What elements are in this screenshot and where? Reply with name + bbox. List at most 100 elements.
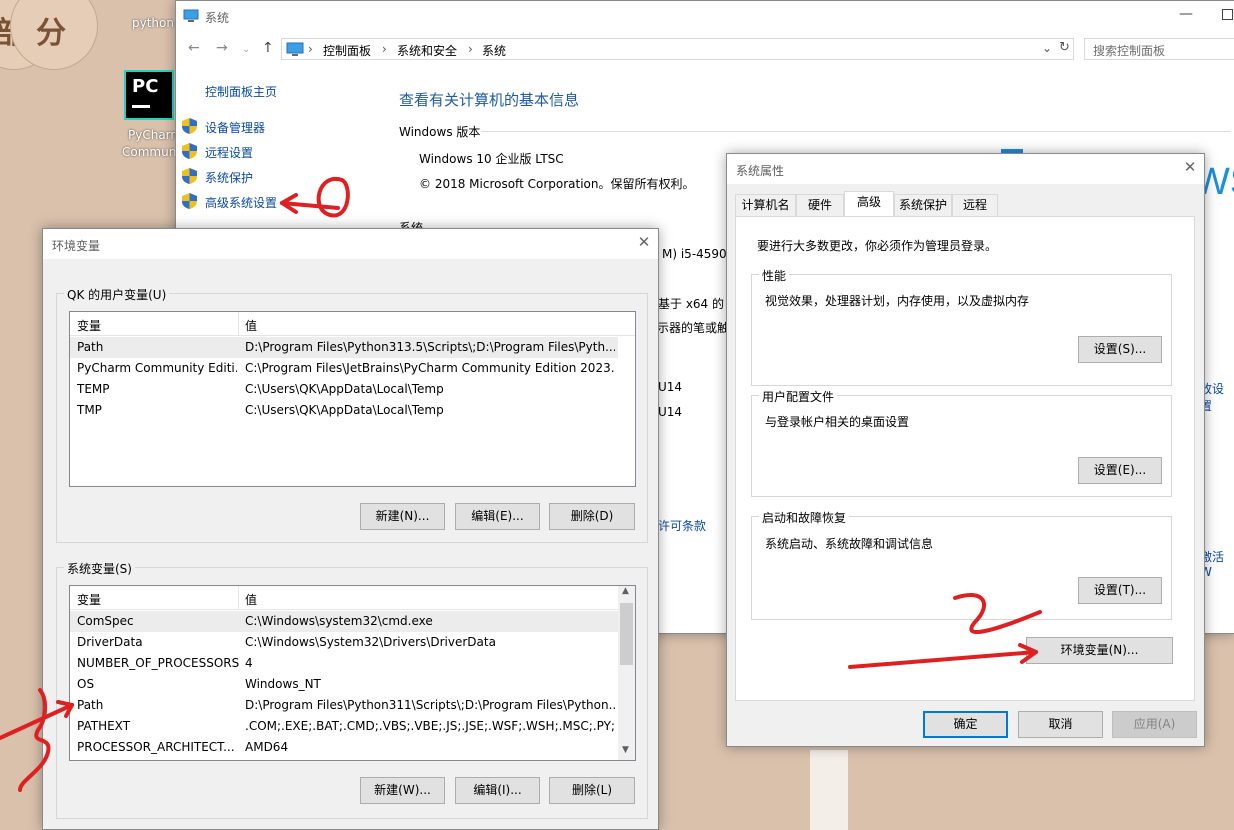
user-profile-settings-button[interactable]: 设置(E)... (1078, 457, 1162, 484)
computer-name-partial: U14 (658, 380, 683, 394)
breadcrumb-separator-icon: › (382, 42, 387, 56)
performance-label: 性能 (759, 267, 790, 284)
pycharm-desktop-label-2[interactable]: Commun (122, 145, 176, 159)
back-arrow-icon[interactable]: ← (188, 40, 200, 56)
close-icon[interactable]: ✕ (634, 232, 654, 252)
up-arrow-icon[interactable]: ↑ (262, 40, 274, 56)
device-manager-link[interactable]: 设备管理器 (205, 119, 265, 136)
tab-remote[interactable]: 远程 (952, 194, 998, 216)
user-edit-button[interactable]: 编辑(E)... (455, 503, 540, 530)
search-placeholder: 搜索控制面板 (1093, 44, 1166, 58)
apply-button[interactable]: 应用(A) (1112, 711, 1197, 738)
shield-icon (182, 193, 197, 209)
system-variables-list[interactable]: 变量 值 ComSpec C:\Windows\system32\cmd.exe… (69, 585, 636, 761)
table-row[interactable]: DriverData C:\Windows\System32\Drivers\D… (70, 632, 618, 653)
search-control-panel-input[interactable]: 搜索控制面板 (1084, 38, 1234, 60)
desktop-decoration (810, 750, 848, 830)
system-titlebar: 系统 — (176, 1, 1234, 31)
var-value: AMD64 (245, 740, 289, 754)
system-new-button[interactable]: 新建(W)... (360, 777, 445, 804)
var-name: PyCharm Community Editi... (77, 361, 237, 375)
pycharm-desktop-label-1[interactable]: PyCharm (128, 128, 182, 142)
scrollbar[interactable]: ▲ ▼ (618, 586, 635, 760)
var-name: TMP (77, 403, 102, 417)
user-variables-list[interactable]: 变量 值 Path D:\Program Files\Python313.5\S… (69, 311, 636, 487)
change-settings-link[interactable]: 改设置 (1200, 380, 1234, 414)
user-variables-label: QK 的用户变量(U) (64, 286, 170, 303)
table-row[interactable]: TMP C:\Users\QK\AppData\Local\Temp (70, 400, 618, 421)
scroll-up-icon[interactable]: ▲ (622, 586, 629, 596)
system-delete-button[interactable]: 删除(L) (549, 777, 635, 804)
computer-icon (183, 9, 199, 22)
system-protection-link[interactable]: 系统保护 (205, 169, 253, 186)
performance-desc: 视觉效果，处理器计划，内存使用，以及虚拟内存 (765, 294, 1030, 308)
maximize-icon[interactable] (1222, 9, 1233, 20)
python-desktop-label[interactable]: python (132, 16, 174, 30)
pycharm-icon-text: PC (132, 76, 159, 97)
tab-advanced[interactable]: 高级 (844, 191, 894, 217)
performance-settings-button[interactable]: 设置(S)... (1078, 336, 1162, 363)
scroll-thumb[interactable] (620, 603, 633, 665)
var-value: C:\Users\QK\AppData\Local\Temp (245, 382, 444, 396)
address-bar[interactable]: › 控制面板 › 系统和安全 › 系统 ⌄ ↻ (281, 38, 1074, 60)
startup-recovery-group: 启动和故障恢复 系统启动、系统故障和调试信息 设置(T)... (751, 509, 1172, 620)
var-name: PATHEXT (77, 719, 131, 733)
column-header-value[interactable]: 值 (245, 317, 257, 334)
pen-touch-partial: 示器的笔或触 (657, 321, 730, 335)
table-row[interactable]: Path D:\Program Files\Python311\Scripts\… (70, 695, 618, 716)
close-icon[interactable]: ✕ (1180, 157, 1200, 177)
environment-variables-dialog: 环境变量 ✕ QK 的用户变量(U) 变量 值 Path D:\Program … (42, 228, 659, 830)
ok-button[interactable]: 确定 (923, 711, 1008, 738)
license-terms-link[interactable]: 许可条款 (658, 517, 706, 534)
recent-dropdown-icon[interactable]: ⌄ (242, 44, 250, 55)
user-profile-group: 用户配置文件 与登录帐户相关的桌面设置 设置(E)... (751, 388, 1172, 497)
admin-note: 要进行大多数更改，你必须作为管理员登录。 (757, 239, 998, 253)
table-row[interactable]: PyCharm Community Editi... C:\Program Fi… (70, 358, 618, 379)
table-row[interactable]: ComSpec C:\Windows\system32\cmd.exe (70, 611, 618, 632)
column-header-name[interactable]: 变量 (77, 591, 101, 608)
var-value: Windows_NT (245, 677, 321, 691)
environment-variables-button[interactable]: 环境变量(N)... (1026, 637, 1173, 664)
cancel-button[interactable]: 取消 (1018, 711, 1103, 738)
performance-group: 性能 视觉效果，处理器计划，内存使用，以及虚拟内存 设置(S)... (751, 267, 1172, 386)
table-row[interactable]: OS Windows_NT (70, 674, 618, 695)
table-row[interactable]: TEMP C:\Users\QK\AppData\Local\Temp (70, 379, 618, 400)
table-row[interactable]: PATHEXT .COM;.EXE;.BAT;.CMD;.VBS;.VBE;.J… (70, 716, 618, 737)
var-name: TEMP (77, 382, 110, 396)
tab-panel-advanced: 要进行大多数更改，你必须作为管理员登录。 性能 视觉效果，处理器计划，内存使用，… (735, 216, 1195, 701)
table-row[interactable]: Path D:\Program Files\Python313.5\Script… (70, 337, 618, 358)
column-header-name[interactable]: 变量 (77, 317, 101, 334)
startup-recovery-settings-button[interactable]: 设置(T)... (1078, 577, 1162, 604)
control-panel-icon (286, 42, 304, 56)
minimize-icon[interactable]: — (1179, 6, 1193, 22)
breadcrumb-system[interactable]: 系统 (482, 42, 506, 59)
var-value: D:\Program Files\Python311\Scripts\;D:\P… (245, 698, 615, 712)
user-new-button[interactable]: 新建(N)... (360, 503, 445, 530)
breadcrumb-system-security[interactable]: 系统和安全 (397, 42, 457, 59)
system-window-title: 系统 (205, 11, 230, 25)
var-name: PROCESSOR_ARCHITECT... (77, 740, 235, 754)
control-panel-home-link[interactable]: 控制面板主页 (205, 83, 277, 100)
pycharm-desktop-icon[interactable]: PC (124, 70, 174, 120)
tab-computer-name[interactable]: 计算机名 (735, 194, 796, 216)
windows-version-label: Windows 版本 (399, 125, 481, 139)
user-delete-button[interactable]: 删除(D) (549, 503, 635, 530)
refresh-icon[interactable]: ↻ (1059, 40, 1070, 55)
advanced-system-settings-link[interactable]: 高级系统设置 (205, 194, 277, 211)
table-row[interactable]: PROCESSOR_ARCHITECT... AMD64 (70, 737, 618, 758)
forward-arrow-icon[interactable]: → (216, 40, 228, 56)
system-edit-button[interactable]: 编辑(I)... (455, 777, 540, 804)
system-properties-dialog: 系统属性 ✕ 计算机名 硬件 高级 系统保护 远程 要进行大多数更改，你必须作为… (726, 153, 1205, 747)
scroll-down-icon[interactable]: ▼ (622, 745, 629, 755)
activate-windows-link[interactable]: 激活 W (1200, 548, 1234, 579)
remote-settings-link[interactable]: 远程设置 (205, 144, 253, 161)
breadcrumb-control-panel[interactable]: 控制面板 (323, 42, 371, 59)
column-header-value[interactable]: 值 (245, 591, 257, 608)
var-name: OS (77, 677, 95, 691)
tab-system-protection[interactable]: 系统保护 (894, 194, 952, 216)
table-row[interactable]: NUMBER_OF_PROCESSORS 4 (70, 653, 618, 674)
var-name: Path (77, 340, 104, 354)
tab-hardware[interactable]: 硬件 (796, 194, 844, 216)
startup-recovery-label: 启动和故障恢复 (759, 509, 850, 526)
chevron-down-icon[interactable]: ⌄ (1042, 41, 1052, 55)
